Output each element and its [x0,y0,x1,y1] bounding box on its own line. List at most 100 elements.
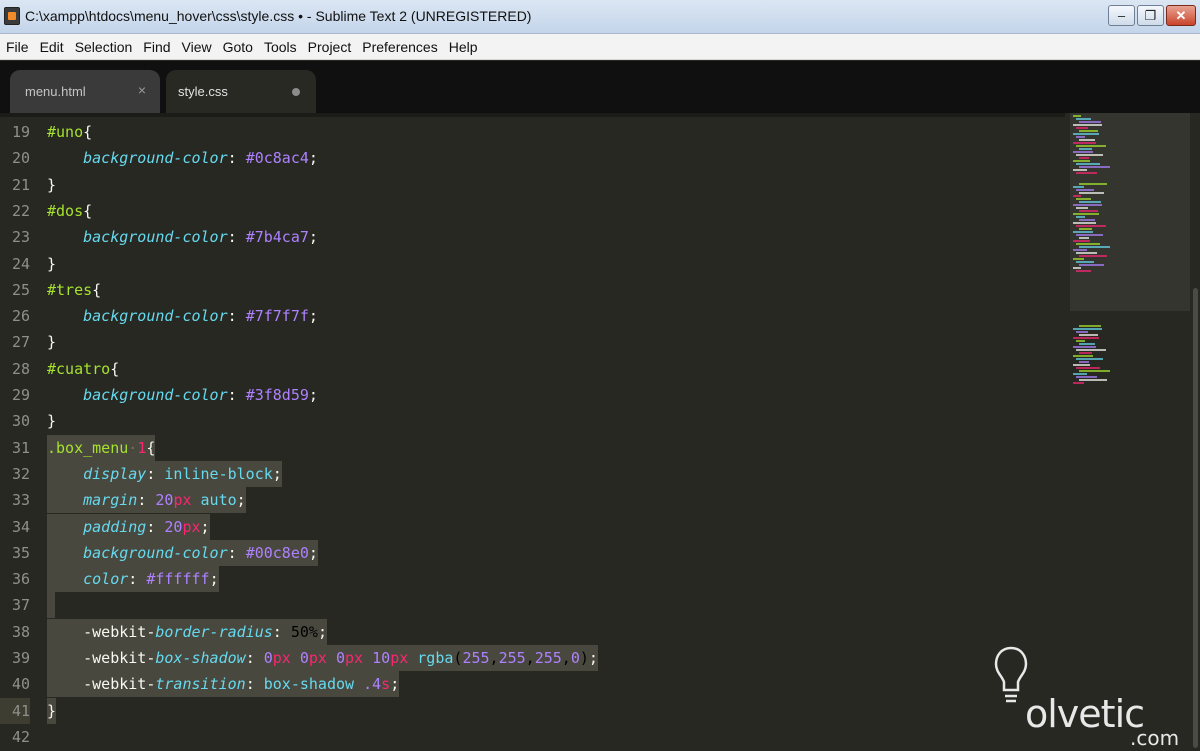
minimap-line [1073,133,1099,135]
vertical-scrollbar[interactable] [1190,113,1200,751]
scrollbar-thumb[interactable] [1193,288,1198,748]
code-text[interactable]: -webkit-border-radius: 50%; [47,618,327,645]
code-text[interactable] [47,592,55,619]
code-line-37[interactable]: 37 [0,592,1065,619]
code-text[interactable]: display: inline-block; [47,460,282,487]
minimap-line [1076,234,1103,236]
code-line-34[interactable]: 34 padding: 20px; [0,513,1065,540]
unsaved-dot-icon[interactable] [292,88,300,96]
menu-view[interactable]: View [181,39,213,55]
code-line-19[interactable]: 19 #uno{ [0,119,1065,145]
code-editor[interactable]: 19 #uno{20 background-color: #0c8ac4; 21} 2… [0,113,1065,751]
code-text[interactable]: padding: 20px; [47,513,210,540]
minimap-line [1079,379,1107,381]
code-line-27[interactable]: 27} [0,329,1065,355]
code-text[interactable]: } [47,329,56,355]
code-line-21[interactable]: 21} [0,172,1065,198]
line-number: 21 [11,175,30,194]
code-line-40[interactable]: 40 -webkit-transition: box-shadow .4s; [0,671,1065,698]
tab-style-css[interactable]: style.css [166,70,316,113]
code-line-30[interactable]: 30} [0,408,1065,434]
code-text[interactable]: background-color: #7b4ca7; [47,224,318,250]
code-line-33[interactable]: 33 margin: 20px auto; [0,487,1065,514]
code-text[interactable]: } [47,251,56,277]
sublime-app-icon[interactable] [4,7,20,25]
line-number: 27 [11,333,30,352]
minimap-line [1079,352,1092,354]
maximize-button[interactable]: ❐ [1137,5,1164,26]
code-line-39[interactable]: 39 -webkit-box-shadow: 0px 0px 0px 10px … [0,645,1065,671]
minimap-line [1073,328,1102,330]
code-text[interactable]: } [47,408,56,434]
code-text[interactable]: margin: 20px auto; [47,487,246,514]
code-text[interactable]: background-color: #00c8e0; [47,539,318,566]
minimap-line [1079,370,1110,372]
minimap-line [1076,367,1100,369]
minimap-line [1076,127,1088,129]
close-button[interactable]: ✕ [1166,5,1196,26]
minimap-line [1076,225,1106,227]
line-number: 40 [11,675,30,694]
code-line-38[interactable]: 38 -webkit-border-radius: 50%; [0,618,1065,645]
minimap-line [1076,136,1085,138]
line-number: 31 [11,438,30,457]
menu-tools[interactable]: Tools [263,39,298,55]
editor-top-edge [0,113,1065,117]
tab-label: style.css [178,84,228,99]
menu-project[interactable]: Project [307,39,353,55]
code-text[interactable]: -webkit-transition: box-shadow .4s; [47,671,400,698]
code-line-23[interactable]: 23 background-color: #7b4ca7; [0,224,1065,250]
tab-close-icon[interactable]: × [138,82,146,98]
code-text[interactable]: color: #ffffff; [47,566,219,593]
code-text[interactable]: -webkit-box-shadow: 0px 0px 0px 10px rgb… [47,645,598,671]
code-text[interactable]: #dos{ [47,198,92,224]
minimap-line [1073,160,1090,162]
code-text[interactable]: } [47,172,56,198]
menu-file[interactable]: File [5,39,30,55]
code-text[interactable]: #tres{ [47,277,101,303]
code-line-36[interactable]: 36 color: #ffffff; [0,566,1065,593]
code-line-25[interactable]: 25 #tres{ [0,277,1065,303]
minimap-line [1073,186,1084,188]
code-text[interactable]: #cuatro{ [47,356,119,382]
code-line-26[interactable]: 26 background-color: #7f7f7f; [0,303,1065,329]
code-text[interactable]: background-color: #0c8ac4; [47,145,318,171]
code-line-29[interactable]: 29 background-color: #3f8d59; [0,382,1065,408]
code-line-22[interactable]: 22 #dos{ [0,198,1065,224]
minimap-line [1079,121,1101,123]
menu-find[interactable]: Find [142,39,171,55]
code-line-42[interactable]: 42 [0,724,1065,750]
line-number: 33 [11,491,30,510]
code-line-31[interactable]: 31 .box_menu·1{ [0,434,1065,461]
code-text[interactable]: background-color: #3f8d59; [47,382,318,408]
tab-label: menu.html [25,84,86,99]
code-line-28[interactable]: 28 #cuatro{ [0,356,1065,382]
minimize-button[interactable]: – [1108,5,1135,26]
minimap-line [1073,249,1087,251]
code-text[interactable]: background-color: #7f7f7f; [47,303,318,329]
code-line-35[interactable]: 35 background-color: #00c8e0; [0,539,1065,566]
code-text[interactable]: #uno{ [47,119,92,145]
code-text[interactable]: .box_menu·1{ [47,434,156,461]
minimap-line [1073,115,1081,117]
code-line-41[interactable]: 41} [0,697,1065,724]
code-line-24[interactable]: 24} [0,251,1065,277]
code-line-32[interactable]: 32 display: inline-block; [0,460,1065,487]
title-bar: C:\xampp\htdocs\menu_hover\css\style.css… [0,0,1200,34]
watermark-brand: olvetic [1025,692,1145,736]
menu-selection[interactable]: Selection [74,39,134,55]
line-number: 38 [11,622,30,641]
tab-menu-html[interactable]: menu.html × [10,70,160,113]
menu-goto[interactable]: Goto [222,39,254,55]
minimap-line [1079,130,1098,132]
code-line-20[interactable]: 20 background-color: #0c8ac4; [0,145,1065,171]
menu-preferences[interactable]: Preferences [361,39,438,55]
line-number: 34 [11,517,30,536]
code-text[interactable]: } [47,697,57,724]
line-number: 19 [11,123,30,141]
menu-help[interactable]: Help [448,39,479,55]
line-number: 35 [11,543,30,562]
minimap-line [1073,382,1084,384]
menu-edit[interactable]: Edit [39,39,65,55]
minimap-line [1076,358,1103,360]
